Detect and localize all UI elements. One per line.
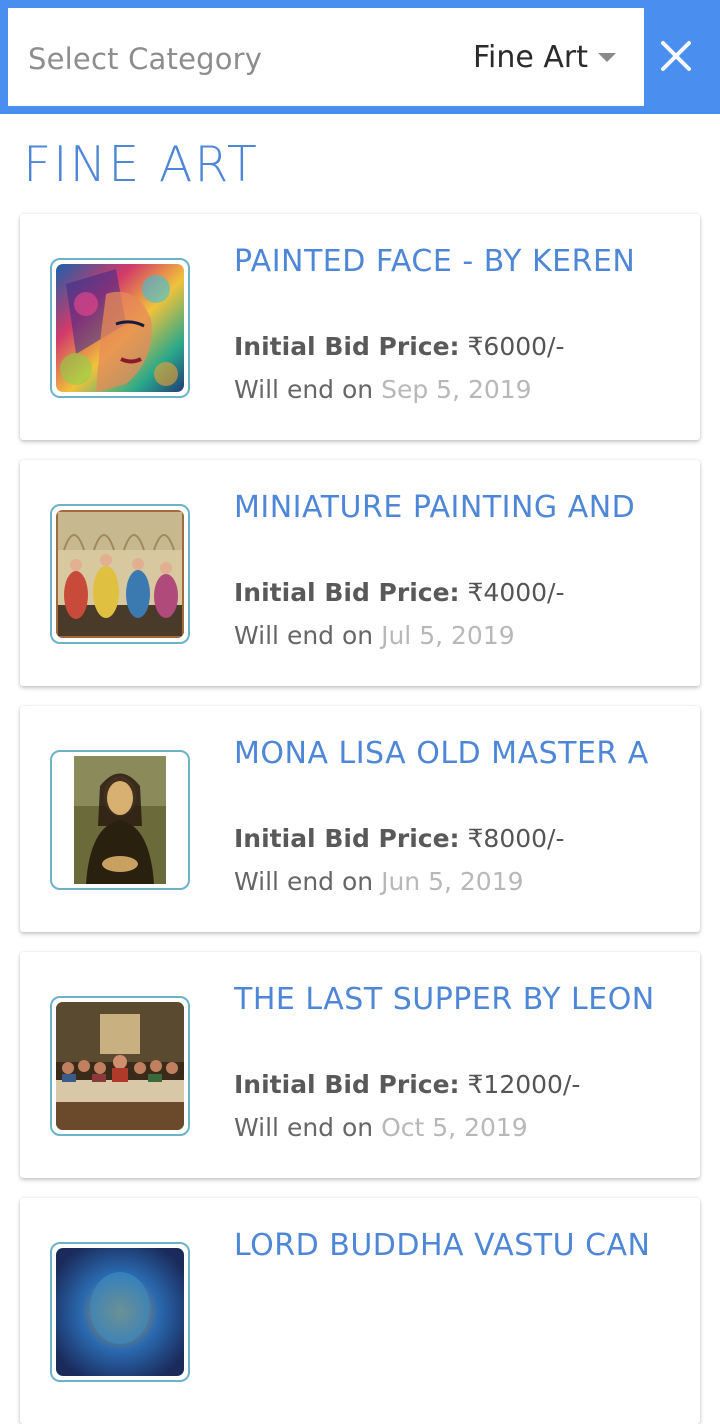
item-title[interactable]: THE LAST SUPPER BY LEON	[234, 982, 668, 1017]
end-date: Jun 5, 2019	[381, 867, 524, 896]
item-title[interactable]: MONA LISA OLD MASTER A	[234, 736, 668, 771]
item-thumbnail[interactable]	[50, 258, 190, 398]
price-value: ₹6000/-	[467, 332, 565, 361]
initial-bid-price: Initial Bid Price: ₹12000/-	[234, 1070, 580, 1099]
auction-card[interactable]: PAINTED FACE - BY KEREN Initial Bid Pric…	[20, 214, 700, 440]
auction-card[interactable]: MINIATURE PAINTING AND Initial Bid Price…	[20, 460, 700, 686]
end-date-line: Will end on Jun 5, 2019	[234, 867, 524, 896]
last-supper-image	[56, 1002, 184, 1130]
end-label: Will end on	[234, 375, 374, 404]
close-icon[interactable]	[659, 39, 693, 73]
auction-card[interactable]: LORD BUDDHA VASTU CAN	[20, 1198, 700, 1424]
select-placeholder: Select Category	[28, 42, 263, 76]
item-thumbnail[interactable]	[50, 750, 190, 890]
end-label: Will end on	[234, 621, 374, 650]
item-thumbnail[interactable]	[50, 1242, 190, 1382]
buddha-image	[56, 1248, 184, 1376]
price-label: Initial Bid Price:	[234, 824, 460, 853]
item-thumbnail[interactable]	[50, 504, 190, 644]
end-date-line: Will end on Oct 5, 2019	[234, 1113, 528, 1142]
selected-category[interactable]: Fine Art	[473, 40, 588, 75]
painted-face-image	[56, 264, 184, 392]
initial-bid-price: Initial Bid Price: ₹8000/-	[234, 824, 565, 853]
item-thumbnail[interactable]	[50, 996, 190, 1136]
end-date: Jul 5, 2019	[381, 621, 515, 650]
price-value: ₹12000/-	[467, 1070, 581, 1099]
close-button[interactable]	[650, 26, 702, 86]
item-title[interactable]: LORD BUDDHA VASTU CAN	[234, 1228, 668, 1263]
initial-bid-price: Initial Bid Price: ₹6000/-	[234, 332, 565, 361]
category-select[interactable]: Select Category Fine Art	[8, 8, 644, 106]
mona-lisa-image	[56, 756, 184, 884]
price-label: Initial Bid Price:	[234, 1070, 460, 1099]
auction-card[interactable]: MONA LISA OLD MASTER A Initial Bid Price…	[20, 706, 700, 932]
miniature-painting-image	[56, 510, 184, 638]
end-date: Oct 5, 2019	[381, 1113, 528, 1142]
price-label: Initial Bid Price:	[234, 578, 460, 607]
top-bar: Select Category Fine Art	[0, 0, 720, 114]
price-value: ₹4000/-	[467, 578, 565, 607]
price-value: ₹8000/-	[467, 824, 565, 853]
end-label: Will end on	[234, 1113, 374, 1142]
auction-card[interactable]: THE LAST SUPPER BY LEON Initial Bid Pric…	[20, 952, 700, 1178]
end-date: Sep 5, 2019	[381, 375, 532, 404]
end-date-line: Will end on Jul 5, 2019	[234, 621, 515, 650]
price-label: Initial Bid Price:	[234, 332, 460, 361]
end-date-line: Will end on Sep 5, 2019	[234, 375, 532, 404]
dropdown-caret-icon[interactable]	[598, 53, 616, 62]
initial-bid-price: Initial Bid Price: ₹4000/-	[234, 578, 565, 607]
page-title: FINE ART	[23, 136, 259, 193]
end-label: Will end on	[234, 867, 374, 896]
item-title[interactable]: PAINTED FACE - BY KEREN	[234, 244, 668, 279]
item-title[interactable]: MINIATURE PAINTING AND	[234, 490, 668, 525]
